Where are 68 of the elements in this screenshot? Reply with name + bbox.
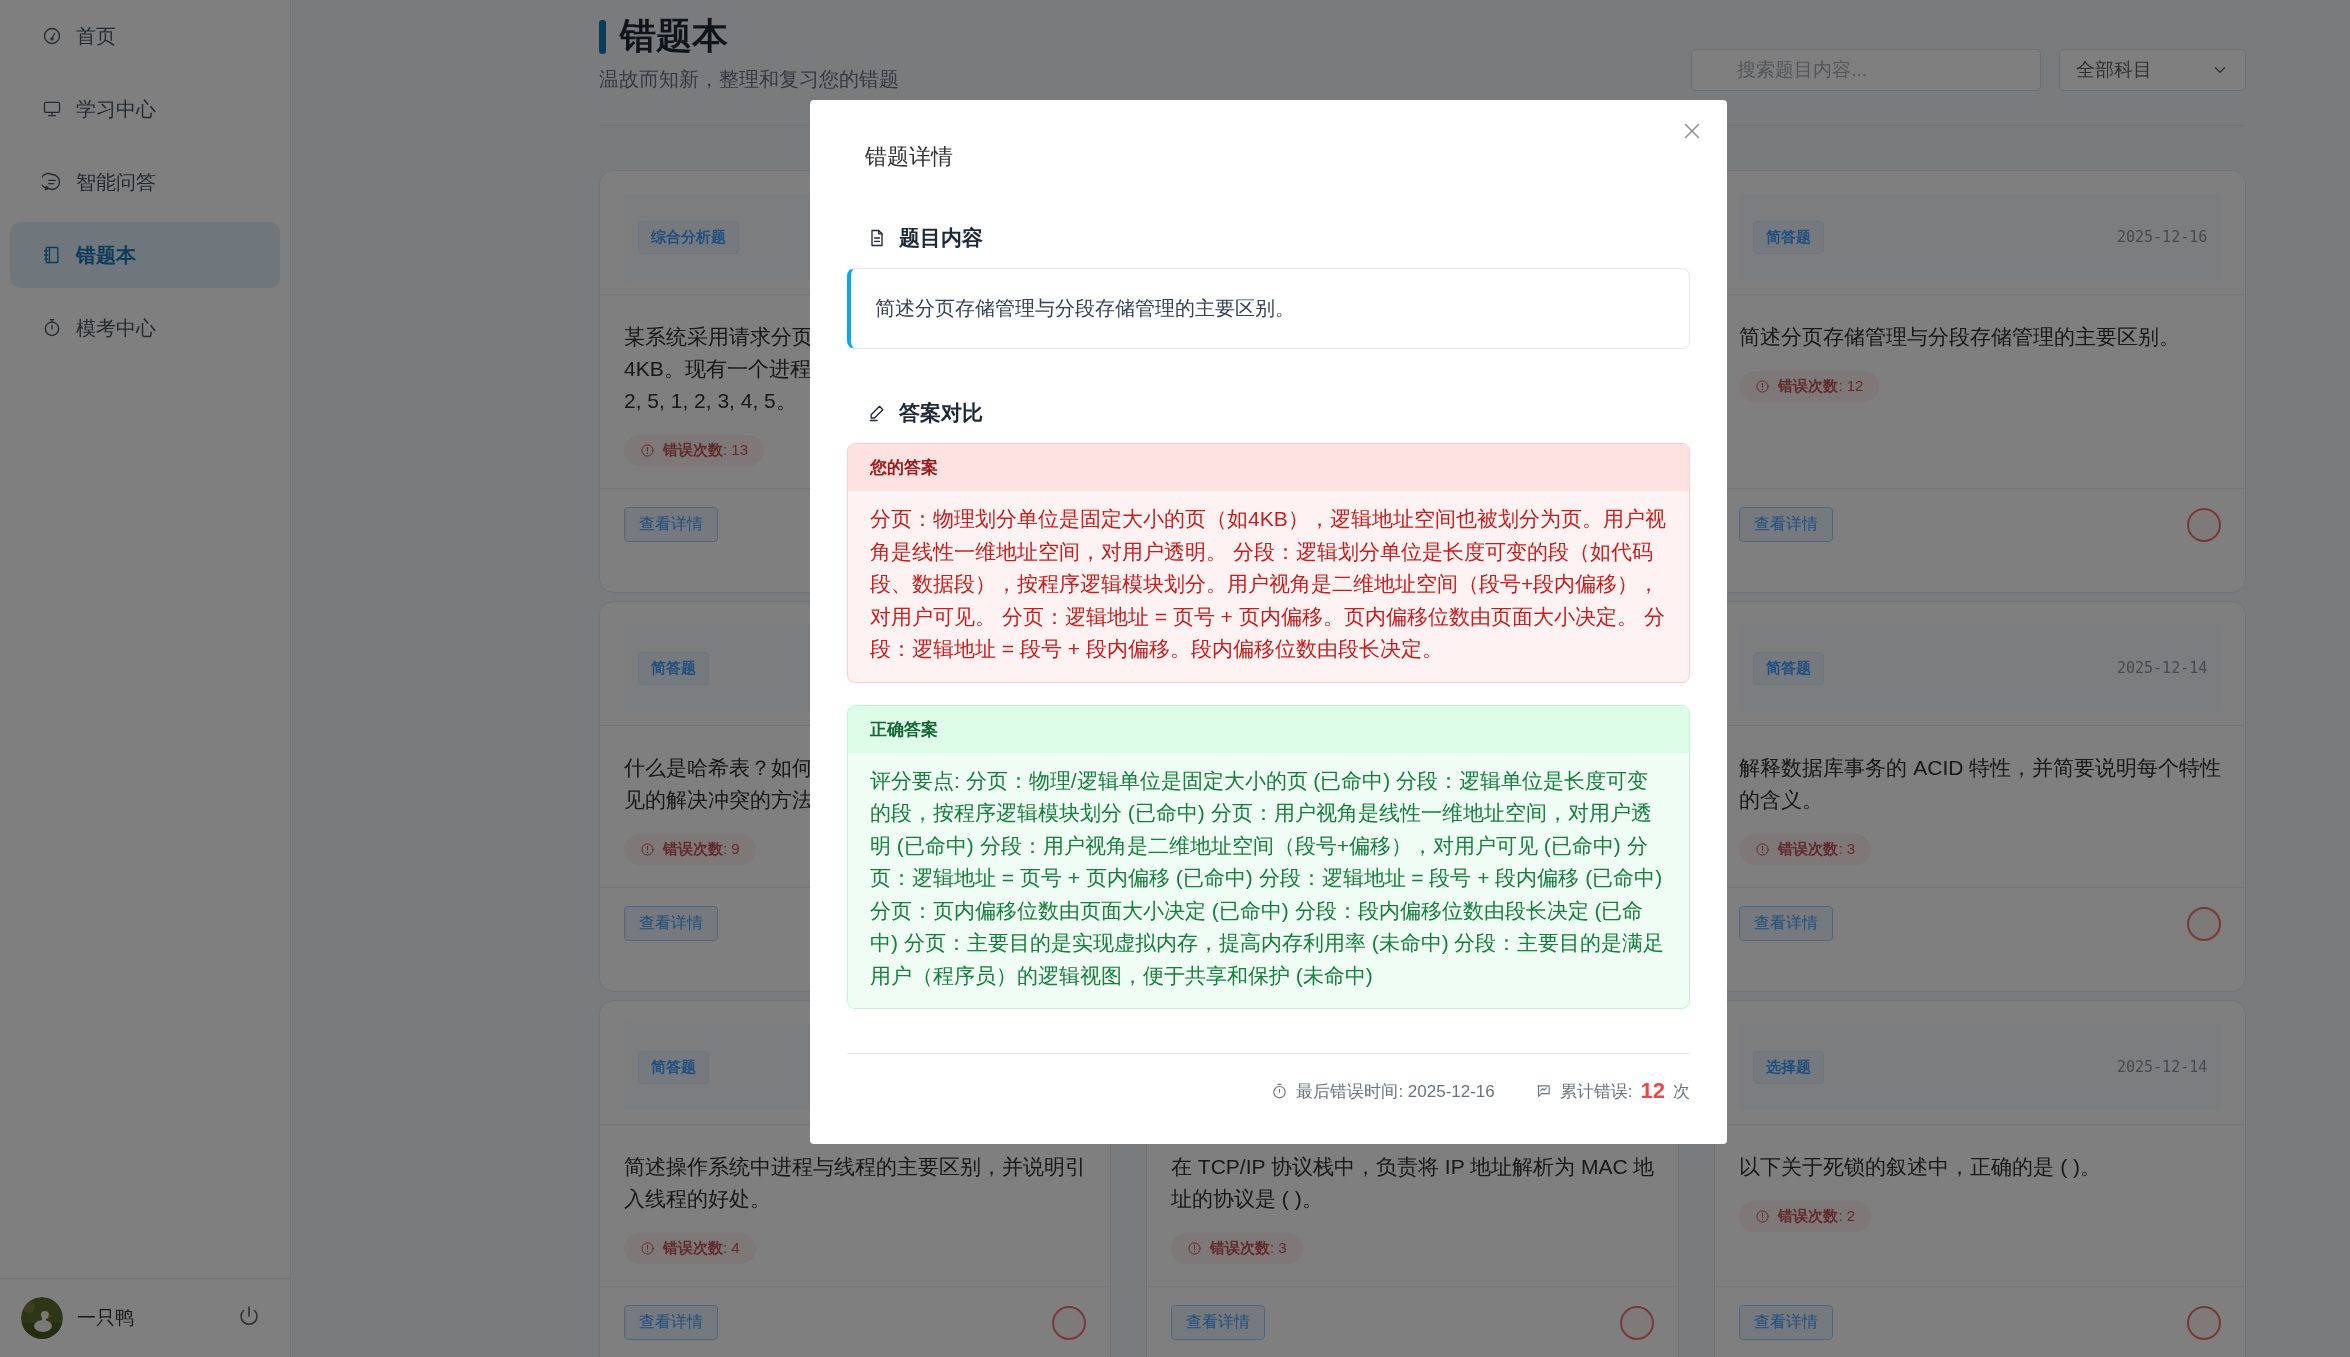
status-circle[interactable] [2187, 507, 2222, 542]
alert-icon [640, 842, 655, 857]
view-details-button[interactable]: 查看详情 [1739, 1305, 1834, 1340]
status-circle[interactable] [2187, 906, 2222, 941]
alert-icon [1755, 379, 1771, 394]
chat-icon [42, 172, 62, 192]
question-text: 在 TCP/IP 协议栈中，负责将 IP 地址解析为 MAC 地 址的协议是 ( )。 [1171, 1154, 1655, 1212]
sidebar-item[interactable]: 智能问答 [10, 149, 280, 215]
error-count-text: 错误次数: 12 [1778, 377, 1864, 396]
stopwatch-icon [42, 318, 62, 338]
alert-icon [1755, 842, 1771, 857]
view-details-button[interactable]: 查看详情 [624, 906, 718, 941]
type-tag: 选择题 [1753, 1050, 1825, 1084]
type-tag: 综合分析题 [638, 220, 739, 254]
answer-label: 您的答案 [848, 444, 1689, 491]
type-tag: 简答题 [638, 1050, 709, 1084]
power-icon [237, 1304, 261, 1328]
answer-text: 评分要点: 分页：物理/逻辑单位是固定大小的页 (已命中) 分段：逻辑单位是长度可变的段，按程序逻辑模块划分 (已命中) 分页：用户视角是线性一维地址空间，对用户透明 (已命中) 分段：用户视角是二维地址空间（段号+偏移），对用户可见 (已命中) 分页：逻辑地址 = 页号 + 页内偏移 (已命中) 分段：逻辑地址 = 段号 + 段内偏移 (已命中) 分页：页内偏移位数由页面大小决定 (已命中) 分段：段内偏移位数由段长决定 (已命中) 分页：主要目的是实现虚拟内存，提高内存利用率 (未命中) 分段：主要目的是满足用户（程序员）的逻辑视图，便于共享和保护 (未命中) [869, 767, 1666, 989]
chart-board-icon [1534, 1082, 1552, 1100]
alert-icon [1755, 1209, 1771, 1224]
gauge-icon [42, 26, 62, 46]
status-circle[interactable] [1620, 1305, 1655, 1340]
sidebar-item[interactable]: 学习中心 [10, 76, 280, 142]
total-errors-count: 12 [1640, 1078, 1665, 1104]
status-circle[interactable] [2187, 1305, 2222, 1340]
dialog-title: 错题详情 [865, 143, 954, 171]
status-circle[interactable] [1052, 1305, 1086, 1340]
total-errors-label: 累计错误: [1559, 1080, 1633, 1103]
subject-select[interactable]: 全部科目 [2059, 49, 2247, 91]
page-subtitle: 温故而知新，整理和复习您的错题 [599, 67, 899, 91]
monitor-icon [42, 99, 62, 119]
error-count-text: 错误次数: 3 [1210, 1239, 1287, 1258]
type-tag: 简答题 [1753, 651, 1825, 685]
section-heading: 答案对比 [899, 400, 983, 426]
page-title: 错题本 [620, 14, 728, 58]
error-count-text: 错误次数: 3 [1778, 840, 1856, 859]
section-heading: 题目内容 [899, 225, 983, 251]
question-box: 简述分页存储管理与分段存储管理的主要区别。 [847, 268, 1690, 349]
type-tag: 简答题 [638, 651, 709, 685]
last-error-time: 最后错误时间: 2025-12-16 [1296, 1080, 1495, 1103]
question-text: 解释数据库事务的 ACID 特性，并简要说明每个特性 的含义。 [1739, 755, 2222, 813]
question-text: 以下关于死锁的叙述中，正确的是 ( )。 [1739, 1154, 2102, 1180]
answer-text: 分页：物理划分单位是固定大小的页（如4KB），逻辑地址空间也被划分为页。用户视角是线性一维地址空间，对用户透明。 分段：逻辑划分单位是长度可变的段（如代码段、数据段），按程序逻辑模块划分。用户视角是二维地址空间（段号+段内偏移），对用户可见。 分页：逻辑地址 = 页号 + 页内偏移。页内偏移位数由页面大小决定。 分段：逻辑地址 = 段号 + 段内偏移。段内偏移位数由段长决定。 [869, 506, 1667, 662]
stopwatch-icon [1271, 1082, 1289, 1100]
answer-label: 正确答案 [848, 705, 1689, 753]
notebook-icon [42, 245, 62, 265]
total-errors-unit: 次 [1673, 1080, 1690, 1103]
question-text: 简述分页存储管理与分段存储管理的主要区别。 [1739, 324, 2181, 350]
error-count-text: 错误次数: 9 [663, 840, 740, 859]
error-count-text: 错误次数: 2 [1778, 1207, 1856, 1226]
title-accent-bar [599, 19, 606, 54]
sidebar-item[interactable]: 错题本 [10, 222, 280, 288]
view-details-button[interactable]: 查看详情 [1739, 507, 1834, 542]
question-text: 简述操作系统中进程与线程的主要区别，并说明引 入线程的好处。 [624, 1154, 1086, 1212]
error-count-text: 错误次数: 4 [663, 1239, 740, 1258]
view-details-button[interactable]: 查看详情 [624, 1305, 718, 1340]
user-name: 一只鸭 [77, 1306, 135, 1330]
error-count-text: 错误次数: 13 [663, 441, 749, 460]
alert-icon [640, 443, 655, 458]
sidebar-item[interactable]: 模考中心 [10, 295, 280, 361]
view-details-button[interactable]: 查看详情 [1739, 906, 1834, 941]
alert-icon [640, 1241, 655, 1256]
type-tag: 简答题 [1753, 220, 1825, 254]
view-details-button[interactable]: 查看详情 [624, 507, 718, 542]
question-text: 某系统采用请求分页 4KB。现有一个进程 2, 5, 1, 2, 3, 4, 5。 [624, 324, 813, 414]
sidebar-item[interactable]: 首页 [10, 3, 280, 69]
alert-icon [1187, 1241, 1202, 1256]
view-details-button[interactable]: 查看详情 [1171, 1305, 1265, 1340]
